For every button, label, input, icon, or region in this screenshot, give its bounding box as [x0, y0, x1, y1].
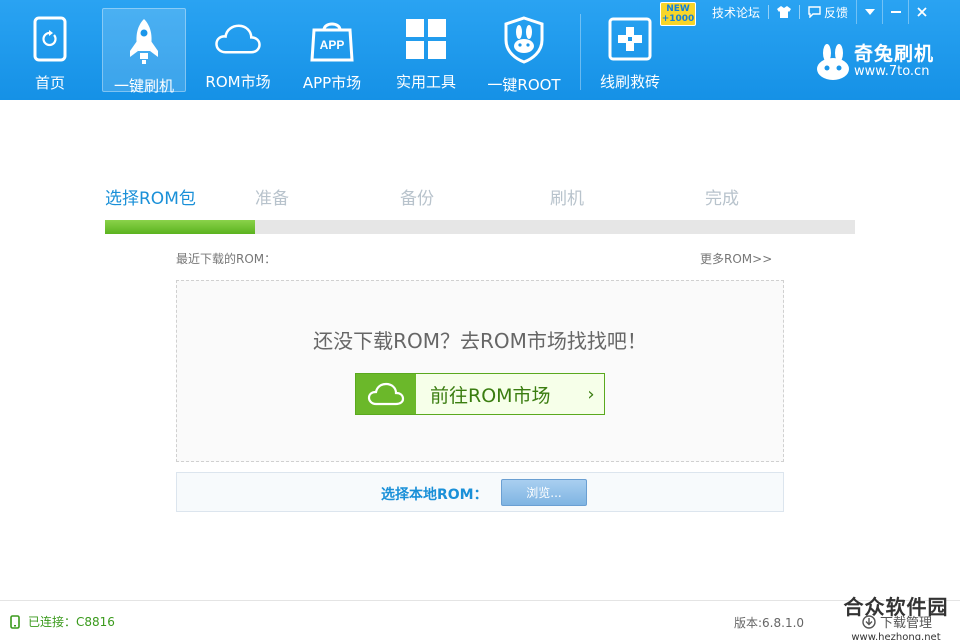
grid-icon	[402, 16, 450, 61]
menu-dropdown-button[interactable]	[856, 0, 882, 24]
local-rom-bar: 选择本地ROM： 浏览...	[176, 472, 784, 512]
brand-name: 奇兔刷机	[854, 43, 935, 65]
step-backup: 备份	[400, 189, 434, 209]
nav-item-one-click-flash[interactable]: 一键刷机	[102, 8, 186, 95]
step-complete: 完成	[705, 189, 739, 209]
rabbit-shield-icon	[500, 16, 548, 64]
cloud-icon	[356, 374, 416, 414]
minimize-icon	[890, 11, 901, 13]
header-bar: 首页 一键刷机 ROM市场 APP APP市场 实用工具 一键ROOT 线刷救砖…	[0, 0, 960, 100]
nav-item-tools[interactable]: 实用工具	[384, 8, 468, 92]
more-rom-link[interactable]: 更多ROM>>	[700, 250, 772, 267]
new-badge-line2: +1000	[661, 14, 695, 24]
step-flash: 刷机	[550, 189, 584, 209]
recent-rom-label: 最近下载的ROM：	[176, 252, 277, 266]
nav-label: 首页	[34, 74, 65, 92]
phone-refresh-icon	[26, 16, 74, 62]
app-bag-icon: APP	[308, 16, 356, 62]
rocket-icon	[120, 17, 168, 65]
goto-label: 前往ROM市场	[430, 384, 551, 407]
step-select-rom: 选择ROM包	[105, 189, 196, 209]
brand-logo: 奇兔刷机 www.7to.cn	[816, 44, 934, 80]
version-label: 版本:6.8.1.0	[734, 616, 805, 630]
feedback-link[interactable]: 反馈	[800, 4, 856, 21]
nav-label: 一键ROOT	[487, 76, 561, 94]
top-toolbar: 技术论坛 反馈	[704, 0, 934, 24]
progress-bar	[105, 220, 855, 234]
flash-steps: 选择ROM包 准备 备份 刷机 完成	[105, 184, 855, 209]
cloud-icon	[214, 16, 262, 61]
nav-label: 线刷救砖	[599, 73, 660, 91]
new-badge-line1: NEW	[666, 4, 690, 14]
empty-message: 还没下载ROM？去ROM市场找找吧！	[313, 329, 647, 353]
new-badge: NEW +1000	[660, 2, 696, 26]
chat-bubble-icon	[808, 6, 821, 18]
chevron-down-icon	[864, 9, 875, 15]
skin-button[interactable]	[769, 6, 799, 18]
connection-text: 已连接：C8816	[28, 615, 115, 629]
nav-item-rom-market[interactable]: ROM市场	[196, 8, 280, 92]
goto-rom-market-button[interactable]: 前往ROM市场 ›	[355, 373, 605, 415]
nav-item-home[interactable]: 首页	[8, 8, 92, 92]
close-icon	[916, 7, 927, 17]
local-rom-label: 选择本地ROM：	[381, 487, 488, 503]
status-bar: 已连接：C8816 版本:6.8.1.0	[0, 600, 960, 640]
close-button[interactable]	[908, 0, 934, 24]
nav-divider	[580, 14, 581, 90]
chevron-right-icon: ›	[587, 383, 595, 405]
nav-item-one-click-root[interactable]: 一键ROOT	[482, 8, 566, 94]
nav-item-app-market[interactable]: APP APP市场	[290, 8, 374, 92]
step-prepare: 准备	[255, 189, 289, 209]
progress-fill	[105, 220, 255, 234]
nav-label: APP市场	[302, 74, 362, 92]
watermark: 合众软件园 www.hezhong.net	[832, 596, 960, 640]
watermark-title: 合众软件园	[843, 595, 949, 619]
feedback-label: 反馈	[824, 5, 849, 20]
phone-icon	[10, 614, 20, 629]
recent-rom-panel: 还没下载ROM？去ROM市场找找吧！ 前往ROM市场 ›	[176, 280, 784, 462]
rabbit-logo-icon	[817, 44, 849, 80]
minimize-button[interactable]	[882, 0, 908, 24]
nav-label: 一键刷机	[113, 77, 174, 95]
nav-label: 实用工具	[395, 73, 456, 91]
svg-text:APP: APP	[320, 38, 345, 52]
watermark-url: www.hezhong.net	[851, 632, 941, 640]
brand-url: www.7to.cn	[854, 64, 930, 79]
connection-status: 已连接：C8816	[10, 613, 115, 630]
forum-link[interactable]: 技术论坛	[704, 4, 768, 21]
tshirt-icon	[777, 6, 792, 18]
nav-label: ROM市场	[205, 73, 271, 91]
medical-cross-icon	[606, 16, 654, 61]
browse-button[interactable]: 浏览...	[501, 479, 587, 506]
